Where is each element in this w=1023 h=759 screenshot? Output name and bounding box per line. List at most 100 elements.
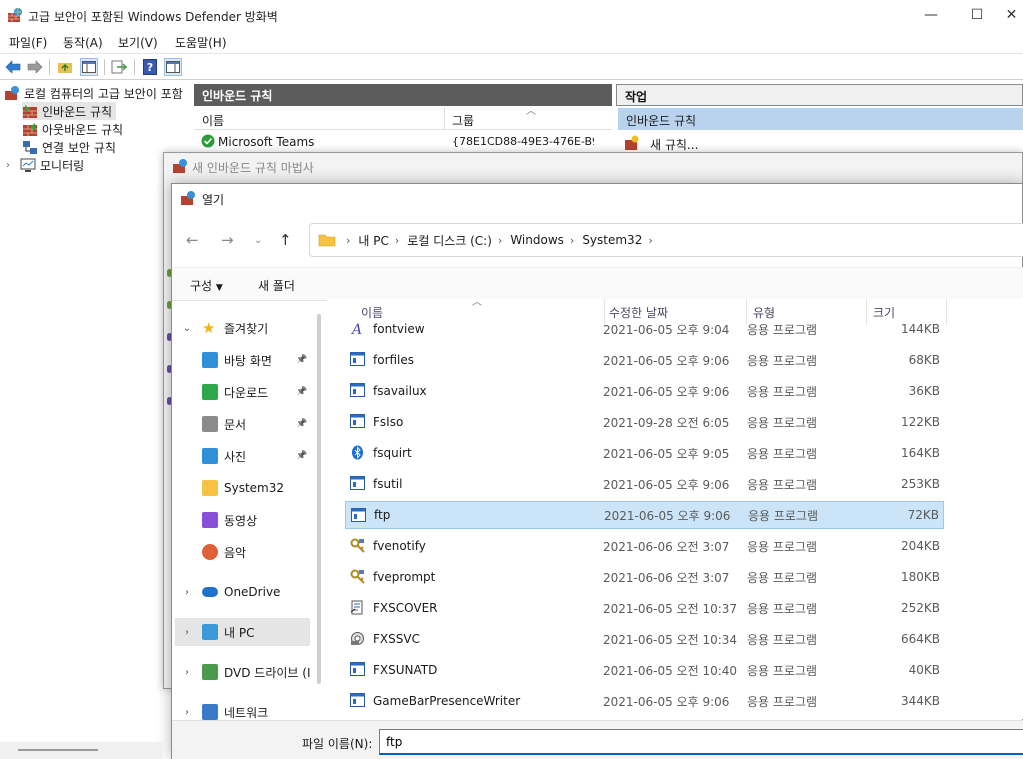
close-button[interactable]: ✕ — [1000, 0, 1023, 30]
help-button[interactable]: ? — [141, 58, 159, 76]
nav-item-dvd[interactable]: › DVD 드라이브 (I — [180, 658, 320, 686]
nav-item-pictures[interactable]: 사진 📌 — [202, 442, 342, 470]
svg-text:?: ? — [147, 61, 153, 74]
expand-down-chevron-icon[interactable]: ⌄ — [180, 323, 194, 334]
nav-item-folder[interactable]: System32 — [202, 474, 342, 502]
breadcrumb-windows[interactable]: Windows — [510, 233, 564, 247]
file-row[interactable]: Afontview 2021-06-05 오후 9:04 응용 프로그램 144KB — [345, 315, 944, 343]
tree-item-monitoring[interactable]: › 모니터링 — [6, 156, 84, 174]
menu-help[interactable]: 도움말(H) — [175, 34, 227, 51]
enabled-check-icon — [201, 134, 215, 148]
file-type: 응용 프로그램 — [747, 694, 818, 709]
column-group[interactable]: 그룹 — [452, 112, 474, 129]
file-name: fvenotify — [373, 539, 426, 553]
nav-item-document[interactable]: 문서 📌 — [202, 410, 342, 438]
file-row[interactable]: fvenotify 2021-06-06 오전 3:07 응용 프로그램 204KB — [345, 532, 944, 560]
actions-panel: 작업 인바운드 규칙 새 규칙... — [616, 82, 1023, 162]
filename-input[interactable] — [379, 729, 1023, 755]
tree-root[interactable]: 로컬 컴퓨터의 고급 보안이 포함 — [4, 84, 183, 102]
file-row[interactable]: FsIso 2021-09-28 오전 6:05 응용 프로그램 122KB — [345, 408, 944, 436]
file-name: fsutil — [373, 477, 403, 491]
file-type: 응용 프로그램 — [747, 570, 818, 585]
expand-chevron-icon[interactable]: › — [180, 587, 194, 598]
nav-item-label: 사진 — [224, 449, 247, 464]
up-arrow-icon[interactable]: ↑ — [279, 231, 292, 249]
address-bar[interactable]: › 내 PC › 로컬 디스크 (C:) › Windows › System3… — [309, 223, 1023, 257]
file-row[interactable]: FXSUNATD 2021-06-05 오전 10:40 응용 프로그램 40KB — [345, 656, 944, 684]
nav-item-star[interactable]: ⌄ ★ 즐겨찾기 — [180, 314, 320, 342]
column-name[interactable]: 이름 — [202, 112, 224, 129]
open-file-dialog: 열기 ← → ⌄ ↑ › 내 PC › 로컬 디스크 (C:) › Window… — [171, 183, 1023, 759]
sort-up-icon: ︿ — [526, 106, 536, 117]
file-row[interactable]: FXSSVC 2021-06-05 오전 10:34 응용 프로그램 664KB — [345, 625, 944, 653]
breadcrumb-system32[interactable]: System32 — [582, 233, 642, 247]
show-hide-tree-button[interactable] — [80, 58, 98, 76]
file-row[interactable]: fsutil 2021-06-05 오후 9:06 응용 프로그램 253KB — [345, 470, 944, 498]
nav-item-label: 동영상 — [224, 513, 258, 528]
exe-icon — [350, 476, 365, 491]
organize-button[interactable]: 구성 ▼ — [190, 277, 223, 294]
new-rule-label: 새 규칙... — [650, 138, 699, 152]
back-arrow-icon[interactable]: ← — [186, 231, 199, 249]
new-rule-icon — [625, 135, 639, 150]
back-button[interactable] — [4, 58, 22, 76]
nav-item-music[interactable]: 음악 — [202, 538, 342, 566]
nav-scrollbar[interactable] — [317, 314, 321, 684]
svg-text:A: A — [350, 322, 362, 336]
file-size: 122KB — [900, 415, 940, 429]
file-row[interactable]: forfiles 2021-06-05 오후 9:06 응용 프로그램 68KB — [345, 346, 944, 374]
breadcrumb-this-pc[interactable]: 내 PC — [358, 232, 388, 249]
expand-chevron-icon[interactable]: › — [180, 667, 194, 678]
nav-item-videos[interactable]: 동영상 — [202, 506, 342, 534]
file-row[interactable]: fveprompt 2021-06-06 오전 3:07 응용 프로그램 180KB — [345, 563, 944, 591]
up-level-button[interactable] — [56, 58, 74, 76]
tree-item-inbound[interactable]: 인바운드 규칙 — [22, 102, 117, 120]
forward-button[interactable] — [26, 58, 44, 76]
file-size: 664KB — [900, 632, 940, 646]
organize-label: 구성 — [190, 279, 213, 293]
file-row[interactable]: fsquirt 2021-06-05 오후 9:05 응용 프로그램 164KB — [345, 439, 944, 467]
exe-icon — [350, 693, 365, 708]
maximize-button[interactable]: ☐ — [954, 0, 1000, 30]
file-row[interactable]: GameBarPresenceWriter 2021-06-05 오후 9:06 응… — [345, 687, 944, 715]
file-size: 252KB — [900, 601, 940, 615]
file-list: 이름 ︿ 수정한 날짜 유형 크기 Afontview 2021-06-05 오후… — [327, 297, 1023, 719]
show-action-pane-button[interactable] — [164, 58, 182, 76]
file-date: 2021-06-05 오후 9:05 — [603, 446, 730, 461]
expand-chevron-icon[interactable]: › — [180, 707, 194, 718]
pin-icon: 📌 — [296, 419, 308, 429]
expand-chevron-icon[interactable]: › — [180, 627, 194, 638]
exe-icon — [350, 414, 365, 429]
file-date: 2021-06-06 오전 3:07 — [603, 570, 730, 585]
nav-item-desktop[interactable]: 바탕 화면 📌 — [202, 346, 342, 374]
new-folder-button[interactable]: 새 폴더 — [258, 277, 295, 294]
expand-chevron-icon[interactable]: › — [6, 160, 20, 171]
file-row[interactable]: fsavailux 2021-06-05 오후 9:06 응용 프로그램 36KB — [345, 377, 944, 405]
horizontal-scrollbar[interactable] — [18, 749, 98, 751]
menu-view[interactable]: 보기(V) — [118, 34, 158, 51]
forward-arrow-icon[interactable]: → — [221, 231, 234, 249]
file-row[interactable]: FXSCOVER 2021-06-05 오전 10:37 응용 프로그램 252KB — [345, 594, 944, 622]
export-list-button[interactable] — [110, 58, 128, 76]
pin-icon: 📌 — [296, 387, 308, 397]
breadcrumb-separator: › — [497, 233, 503, 247]
nav-item-label: 바탕 화면 — [224, 353, 272, 368]
file-date: 2021-06-06 오전 3:07 — [603, 539, 730, 554]
nav-item-cloud[interactable]: › OneDrive — [180, 578, 320, 606]
new-rule-action[interactable]: 새 규칙... — [618, 132, 1023, 154]
minimize-button[interactable]: — — [908, 0, 954, 30]
rule-row[interactable]: Microsoft Teams {78E1CD88-49E3-476E-B9 — [194, 132, 612, 152]
file-size: 36KB — [908, 384, 940, 398]
download-icon — [202, 384, 218, 400]
actions-section-title[interactable]: 인바운드 규칙 — [618, 108, 1023, 130]
tree-item-connection-security[interactable]: 연결 보안 규칙 — [22, 138, 116, 156]
menu-action[interactable]: 동작(A) — [63, 34, 103, 51]
breadcrumb-local-disk[interactable]: 로컬 디스크 (C:) — [407, 232, 492, 249]
nav-item-download[interactable]: 다운로드 📌 — [202, 378, 342, 406]
file-row[interactable]: ftp 2021-06-05 오후 9:06 응용 프로그램 72KB — [345, 501, 944, 529]
recent-chevron-icon[interactable]: ⌄ — [254, 235, 262, 246]
tree-item-outbound[interactable]: 아웃바운드 규칙 — [22, 120, 123, 138]
menu-file[interactable]: 파일(F) — [9, 34, 47, 51]
folder-icon — [202, 480, 218, 496]
nav-item-pc[interactable]: › 내 PC — [175, 618, 310, 646]
